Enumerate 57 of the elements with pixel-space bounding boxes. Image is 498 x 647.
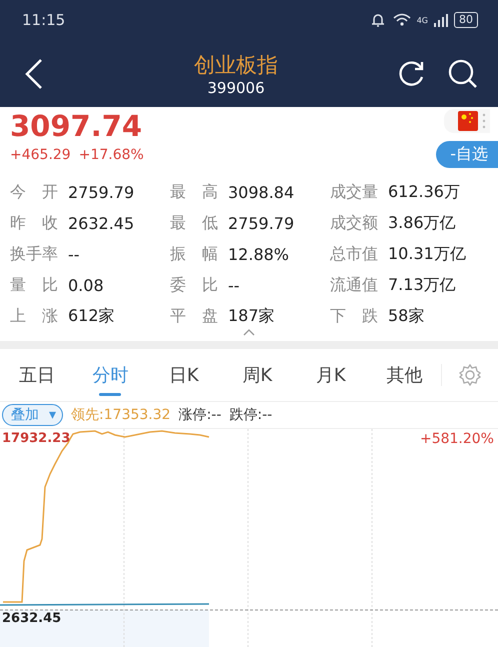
- chart-tab[interactable]: 周K: [220, 349, 294, 401]
- network-label: 4G: [416, 16, 428, 24]
- wifi-icon: [392, 13, 411, 27]
- limit-down: 跌停:--: [229, 406, 272, 424]
- stat-value: 7.13万亿: [388, 275, 456, 296]
- stat-label: 委 比: [170, 275, 218, 296]
- stat-value: 58家: [388, 306, 424, 327]
- chart-tab[interactable]: 月K: [294, 349, 368, 401]
- chart-tab[interactable]: 五日: [0, 349, 74, 401]
- search-icon[interactable]: [448, 58, 478, 88]
- stat-value: --: [228, 276, 240, 295]
- collapse-icon[interactable]: [243, 329, 255, 336]
- stat-value: 10.31万亿: [388, 244, 466, 265]
- stat-value: 2759.79: [68, 183, 134, 202]
- stat-label: 流通值: [330, 275, 378, 296]
- max-percent: +581.20%: [420, 431, 494, 447]
- change-percent: +17.68%: [78, 147, 144, 163]
- stat-label: 振 幅: [170, 244, 218, 265]
- stat-value: 612家: [68, 306, 115, 327]
- lead-value: 领先:17353.32: [71, 406, 171, 424]
- stat-label: 今 开: [10, 182, 58, 203]
- stat-value: 187家: [228, 306, 275, 327]
- stat-label: 最 高: [170, 182, 218, 203]
- stat-label: 下 跌: [330, 306, 378, 327]
- limit-up: 涨停:--: [178, 406, 222, 424]
- stat-label: 换手率: [10, 244, 58, 265]
- index-code: 399006: [207, 78, 265, 96]
- stat-label: 昨 收: [10, 213, 58, 234]
- stat-value: 12.88%: [228, 245, 290, 264]
- battery-level: 80: [454, 12, 478, 28]
- current-price: 3097.74: [10, 109, 144, 143]
- chart-tab[interactable]: 日K: [147, 349, 220, 401]
- stat-value: 3.86万亿: [388, 213, 456, 234]
- stat-value: --: [68, 245, 80, 264]
- stat-value: 2632.45: [68, 214, 134, 233]
- stat-label: 最 低: [170, 213, 218, 234]
- index-title: 创业板指: [194, 52, 278, 78]
- stat-label: 总市值: [330, 244, 378, 265]
- stat-label: 平 盘: [170, 306, 218, 327]
- stat-value: 0.08: [68, 276, 104, 295]
- flag-tab[interactable]: [444, 109, 490, 133]
- stat-label: 成交量: [330, 182, 378, 203]
- stat-value: 612.36万: [388, 182, 460, 203]
- back-icon[interactable]: [24, 58, 44, 90]
- signal-icon: [434, 13, 448, 27]
- max-label: 17932.23: [2, 431, 70, 446]
- chart-tab[interactable]: 其他: [368, 349, 441, 401]
- stat-label: 上 涨: [10, 306, 58, 327]
- status-time: 11:15: [22, 11, 66, 29]
- stat-label: 成交额: [330, 213, 378, 234]
- refresh-icon[interactable]: [398, 58, 426, 86]
- stat-value: 2759.79: [228, 214, 294, 233]
- flag-icon: [458, 111, 478, 131]
- stat-value: 3098.84: [228, 183, 294, 202]
- stat-label: 量 比: [10, 275, 58, 296]
- base-label: 2632.45: [2, 611, 62, 626]
- price-change: +465.29: [10, 147, 71, 163]
